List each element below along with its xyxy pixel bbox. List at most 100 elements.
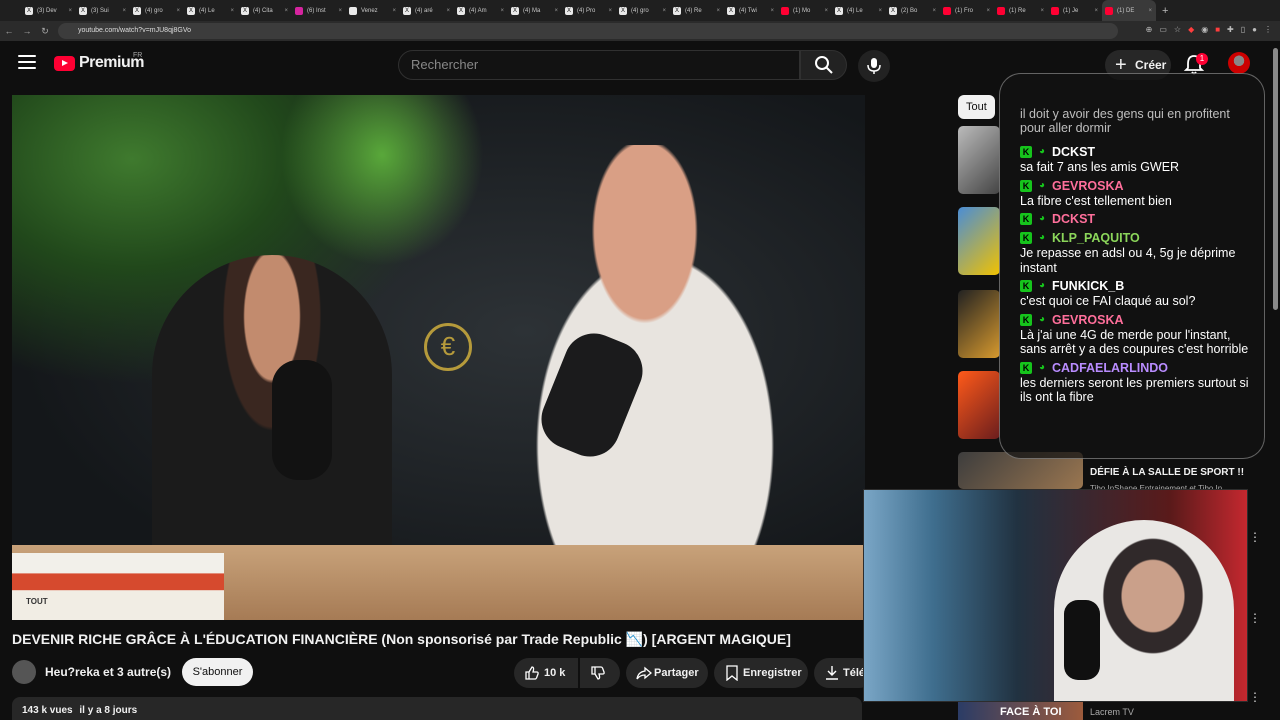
subscribe-button[interactable]: S'abonner <box>182 658 253 686</box>
browser-tab[interactable]: (1) Re × <box>994 0 1048 21</box>
browser-tab[interactable]: (1) Mo × <box>778 0 832 21</box>
chat-username: KLP_PAQUITO <box>1052 231 1140 245</box>
browser-tab[interactable]: (1) Je × <box>1048 0 1102 21</box>
close-tab-icon[interactable]: × <box>500 8 504 14</box>
browser-tab[interactable]: X (4) Am × <box>454 0 508 21</box>
more-actions-icon[interactable]: ⋮ <box>1249 611 1261 625</box>
close-tab-icon[interactable]: × <box>230 8 234 14</box>
browser-tab[interactable]: X (2) Bo × <box>886 0 940 21</box>
browser-tab[interactable]: X (3) Dev × <box>22 0 76 21</box>
account-avatar[interactable] <box>1228 52 1250 74</box>
channel-name[interactable]: Heu?reka et 3 autre(s) <box>45 665 171 679</box>
close-tab-icon[interactable]: × <box>770 8 774 14</box>
close-tab-icon[interactable]: × <box>554 8 558 14</box>
close-tab-icon[interactable]: × <box>392 8 396 14</box>
browser-tab[interactable]: X (4) Twi × <box>724 0 778 21</box>
browser-tab[interactable]: X (4) Re × <box>670 0 724 21</box>
channel-avatar[interactable] <box>12 660 36 684</box>
youtube-logo[interactable]: Premium FR <box>54 52 144 72</box>
extension-icon[interactable]: ◉ <box>1201 25 1208 34</box>
page-scrollbar[interactable] <box>1273 48 1278 310</box>
video-books: TOUT <box>12 553 224 620</box>
zoom-icon[interactable]: ⊕ <box>1146 25 1153 34</box>
browser-tab[interactable]: Venez × <box>346 0 400 21</box>
bookmark-icon[interactable]: ☆ <box>1174 25 1181 34</box>
browser-tab-bar: X (3) Dev × X (3) Sui × X (4) gro × X (4) Le × X (4) … <box>0 0 1280 21</box>
close-tab-icon[interactable]: × <box>1040 8 1044 14</box>
suggested-video-title[interactable]: DÉFIE À LA SALLE DE SPORT !! <box>1090 467 1244 478</box>
browser-tab[interactable]: (1) Fro × <box>940 0 994 21</box>
like-button[interactable]: 10 k <box>514 658 578 688</box>
video-microphone <box>272 360 332 480</box>
close-tab-icon[interactable]: × <box>1148 8 1152 14</box>
close-tab-icon[interactable]: × <box>446 8 450 14</box>
browser-tab[interactable]: X (4) gro × <box>616 0 670 21</box>
voice-search-button[interactable] <box>858 50 890 82</box>
cast-icon[interactable]: ▭ <box>1159 25 1167 34</box>
browser-tab[interactable]: X (4) Ma × <box>508 0 562 21</box>
search-button[interactable] <box>800 50 847 80</box>
close-tab-icon[interactable]: × <box>716 8 720 14</box>
browser-tab[interactable]: X (3) Sui × <box>76 0 130 21</box>
sidepanel-icon[interactable]: ▯ <box>1241 25 1245 34</box>
menu-icon[interactable] <box>18 55 36 69</box>
suggested-video-thumbnail[interactable] <box>958 207 1000 275</box>
extension-icon[interactable]: ◆ <box>1188 25 1194 34</box>
extension-icon[interactable]: ■ <box>1215 25 1220 34</box>
suggested-video-thumbnail[interactable] <box>958 290 1000 358</box>
thumbs-down-icon <box>591 666 605 680</box>
close-tab-icon[interactable]: × <box>662 8 666 14</box>
suggested-video-thumbnail[interactable] <box>958 126 1000 194</box>
save-button[interactable]: Enregistrer <box>714 658 808 688</box>
suggested-video-thumbnail[interactable] <box>958 371 1000 439</box>
profile-icon[interactable]: ● <box>1252 25 1257 34</box>
browser-tab[interactable]: X (4) Pro × <box>562 0 616 21</box>
puzzle-icon[interactable]: ✚ <box>1227 25 1234 34</box>
close-tab-icon[interactable]: × <box>878 8 882 14</box>
close-tab-icon[interactable]: × <box>608 8 612 14</box>
close-tab-icon[interactable]: × <box>824 8 828 14</box>
kick-badge-icon: K <box>1020 179 1032 192</box>
browser-tab[interactable]: X (4) Le × <box>184 0 238 21</box>
close-tab-icon[interactable]: × <box>986 8 990 14</box>
close-tab-icon[interactable]: × <box>176 8 180 14</box>
close-tab-icon[interactable]: × <box>1094 8 1098 14</box>
url-field[interactable]: youtube.com/watch?v=mJU8qj8GVo <box>58 23 1118 39</box>
tab-label: (1) Fro <box>955 7 973 14</box>
chip-all[interactable]: Tout <box>958 95 995 119</box>
alien-badge-icon: ◕ <box>1038 361 1046 373</box>
close-tab-icon[interactable]: × <box>932 8 936 14</box>
chat-message-list: K ◕ DCKST sa fait 7 ans les amis GWER K ◕ GEVR… <box>1020 144 1256 408</box>
browser-tab[interactable]: X (4) Cita × <box>238 0 292 21</box>
video-player[interactable]: € TOUT <box>12 95 865 620</box>
close-tab-icon[interactable]: × <box>338 8 342 14</box>
search-input[interactable]: Rechercher <box>398 50 800 80</box>
new-tab-icon[interactable]: + <box>1162 5 1168 17</box>
description-box[interactable]: 143 k vues il y a 8 jours <box>12 697 862 720</box>
close-tab-icon[interactable]: × <box>284 8 288 14</box>
streamer-webcam <box>863 489 1248 702</box>
video-plant <box>272 95 492 275</box>
more-actions-icon[interactable]: ⋮ <box>1249 690 1261 704</box>
browser-tab[interactable]: (6) Inst × <box>292 0 346 21</box>
back-icon[interactable]: ← <box>0 26 18 36</box>
close-tab-icon[interactable]: × <box>68 8 72 14</box>
browser-tab[interactable]: (1) DE × <box>1102 0 1156 21</box>
forward-icon[interactable]: → <box>18 26 36 36</box>
kick-badge-icon: K <box>1020 232 1032 244</box>
more-icon[interactable]: ⋮ <box>1264 25 1272 34</box>
dislike-button[interactable] <box>580 658 620 688</box>
browser-tab[interactable]: X (4) aré × <box>400 0 454 21</box>
close-tab-icon[interactable]: × <box>122 8 126 14</box>
more-actions-icon[interactable]: ⋮ <box>1249 530 1261 544</box>
alien-badge-icon: ◕ <box>1038 146 1046 157</box>
share-button[interactable]: Partager <box>626 658 708 688</box>
tab-label: Venez <box>361 7 378 14</box>
x-icon: X <box>673 6 681 15</box>
browser-tab[interactable]: X (4) gro × <box>130 0 184 21</box>
reload-icon[interactable]: ↻ <box>36 26 54 37</box>
chat-user-row: K ◕ GEVROSKA <box>1020 178 1256 194</box>
suggested-video-channel: Lacrem TV <box>1090 707 1134 717</box>
x-icon: X <box>889 6 897 15</box>
browser-tab[interactable]: X (4) Le × <box>832 0 886 21</box>
